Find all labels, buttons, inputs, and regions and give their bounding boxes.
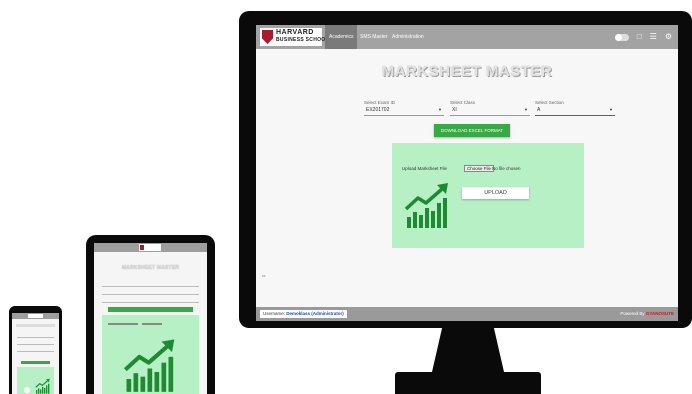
shield-icon — [262, 30, 273, 44]
exam-id-label: Select Exam ID — [364, 100, 396, 105]
powered-by: Powered By GYANOSUTE — [620, 311, 674, 316]
growth-chart-icon — [123, 339, 175, 392]
tablet-choose-file[interactable] — [142, 323, 162, 325]
lock-icon[interactable]: □ — [637, 31, 642, 43]
menu-icon[interactable]: ☰ — [650, 31, 657, 43]
growth-chart-icon — [35, 378, 50, 394]
logo-line1: HARVARD — [276, 29, 314, 36]
download-excel-button[interactable]: DOWNLOAD EXCEL FORMAT — [434, 124, 510, 137]
toggle-switch[interactable] — [614, 33, 629, 41]
username-box: Username: Demoklass (Administrator) — [260, 310, 347, 318]
username-value[interactable]: Demoklass (Administrator) — [286, 311, 344, 316]
username-label: Username: — [263, 311, 286, 316]
tablet-section-select[interactable] — [102, 297, 199, 303]
choose-file-button[interactable]: Choose File — [464, 165, 495, 172]
powered-by-label: Powered By — [620, 311, 645, 316]
navbar-icons: □ ☰ ⚙ — [614, 31, 672, 43]
chevron-down-icon: ▼ — [438, 107, 442, 112]
tablet-screen: MARKSHEET MASTER — [94, 243, 207, 394]
tablet-download-button[interactable] — [108, 307, 193, 312]
tablet-logo — [139, 244, 161, 251]
harvard-logo[interactable]: HARVARD BUSINESS SCHOOL — [260, 28, 329, 46]
section-value: A — [537, 107, 541, 113]
class-select[interactable]: Select Class XI ▼ — [450, 100, 530, 116]
phone-device — [9, 306, 62, 394]
tab-sms-master[interactable]: SMS Master — [356, 25, 392, 49]
upload-label: Upload Marksheet File — [402, 166, 448, 171]
gear-icon[interactable]: ⚙ — [665, 31, 672, 43]
page-title: MARKSHEET MASTER — [381, 63, 553, 80]
section-label: Select Section — [535, 100, 564, 105]
phone-navbar — [12, 313, 59, 319]
phone-upload-panel — [17, 367, 54, 394]
upload-panel: Upload Marksheet File Choose File No fil… — [392, 143, 584, 248]
tablet-navbar — [94, 243, 207, 252]
class-label: Select Class — [450, 100, 476, 105]
phone-exam-select[interactable] — [17, 335, 54, 338]
tablet-class-select[interactable] — [102, 289, 199, 295]
tab-administration[interactable]: Administration — [388, 25, 428, 49]
tablet-device: MARKSHEET MASTER — [86, 235, 215, 394]
monitor-stand — [395, 372, 541, 394]
class-value: XI — [452, 107, 457, 113]
phone-section-select[interactable] — [17, 349, 54, 352]
status-text: ss — [262, 274, 266, 278]
responsive-devices-mockup: HARVARD BUSINESS SCHOOL Academics SMS Ma… — [0, 0, 692, 394]
desktop-screen: HARVARD BUSINESS SCHOOL Academics SMS Ma… — [256, 25, 678, 321]
section-select[interactable]: Select Section A ▼ — [535, 100, 615, 116]
phone-home-button[interactable] — [24, 387, 30, 393]
powered-brand-logo[interactable]: GYANOSUTE — [646, 311, 674, 316]
phone-logo — [28, 314, 43, 318]
footer-bar: Username: Demoklass (Administrator) Powe… — [256, 307, 678, 321]
monitor-neck — [432, 328, 504, 372]
tablet-upload-label — [108, 323, 138, 325]
chevron-down-icon: ▼ — [524, 107, 528, 112]
shield-icon — [140, 245, 144, 250]
exam-id-select[interactable]: Select Exam ID EX201702 ▼ — [364, 100, 444, 116]
top-navbar: HARVARD BUSINESS SCHOOL Academics SMS Ma… — [256, 25, 678, 49]
no-file-text: No file chosen — [492, 166, 521, 171]
phone-screen — [12, 313, 59, 394]
tablet-page-title: MARKSHEET MASTER — [121, 265, 180, 271]
phone-download-button[interactable] — [21, 361, 50, 364]
phone-page-title — [16, 324, 55, 327]
exam-id-value: EX201702 — [366, 107, 390, 113]
tab-academics[interactable]: Academics — [325, 25, 358, 49]
tablet-exam-select[interactable] — [102, 281, 199, 287]
chevron-down-icon: ▼ — [609, 107, 613, 112]
tablet-upload-panel — [102, 315, 199, 394]
phone-class-select[interactable] — [17, 342, 54, 345]
desktop-monitor: HARVARD BUSINESS SCHOOL Academics SMS Ma… — [239, 11, 692, 328]
logo-line2: BUSINESS SCHOOL — [276, 37, 329, 43]
growth-chart-icon — [404, 183, 448, 228]
upload-button[interactable]: UPLOAD — [462, 187, 529, 199]
